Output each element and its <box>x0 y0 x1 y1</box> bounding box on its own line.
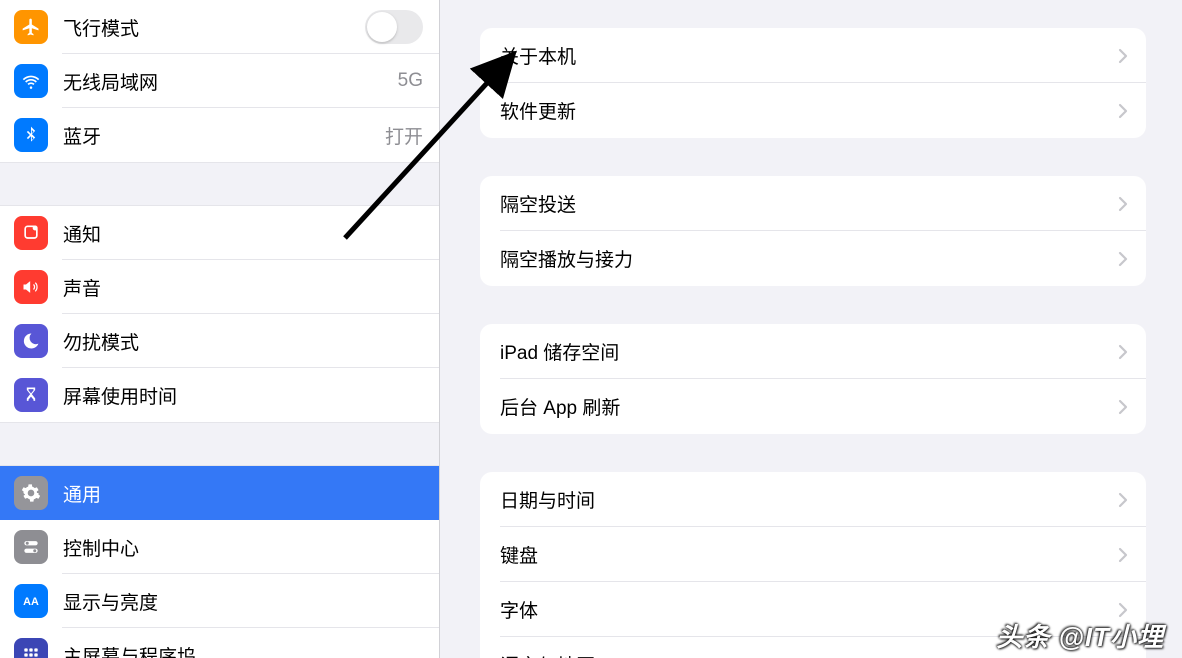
general-label: 通用 <box>63 480 423 507</box>
sidebar-group-network: 飞行模式 无线局域网 5G 蓝牙 打开 <box>0 0 439 163</box>
detail-item-storage[interactable]: iPad 储存空间 <box>480 324 1146 379</box>
sidebar-item-airplane[interactable]: 飞行模式 <box>0 0 439 54</box>
detail-item-software-update[interactable]: 软件更新 <box>480 83 1146 138</box>
airplane-toggle[interactable] <box>365 10 423 44</box>
airplay-label: 隔空播放与接力 <box>500 245 1118 272</box>
about-label: 关于本机 <box>500 42 1118 69</box>
detail-item-about[interactable]: 关于本机 <box>480 28 1146 83</box>
sidebar-item-homescreen[interactable]: 主屏幕与程序坞 <box>0 628 439 658</box>
sidebar-item-general[interactable]: 通用 <box>0 466 439 520</box>
chevron-right-icon <box>1118 344 1128 360</box>
detail-item-datetime[interactable]: 日期与时间 <box>480 472 1146 527</box>
chevron-right-icon <box>1118 48 1128 64</box>
sidebar-item-display[interactable]: AA 显示与亮度 <box>0 574 439 628</box>
wifi-label: 无线局域网 <box>63 68 392 95</box>
chevron-right-icon <box>1118 399 1128 415</box>
keyboard-label: 键盘 <box>500 541 1118 568</box>
grid-icon <box>14 638 48 658</box>
notifications-label: 通知 <box>63 220 423 247</box>
chevron-right-icon <box>1118 103 1128 119</box>
sidebar-item-dnd[interactable]: 勿扰模式 <box>0 314 439 368</box>
sound-label: 声音 <box>63 274 423 301</box>
detail-item-airdrop[interactable]: 隔空投送 <box>480 176 1146 231</box>
wifi-icon <box>14 64 48 98</box>
dnd-label: 勿扰模式 <box>63 328 423 355</box>
detail-item-keyboard[interactable]: 键盘 <box>480 527 1146 582</box>
aa-icon: AA <box>14 584 48 618</box>
moon-icon <box>14 324 48 358</box>
control-center-label: 控制中心 <box>63 534 423 561</box>
sidebar-group-notifications: 通知 声音 勿扰模式 屏幕使用时间 <box>0 205 439 423</box>
airplane-icon <box>14 10 48 44</box>
chevron-right-icon <box>1118 492 1128 508</box>
hourglass-icon <box>14 378 48 412</box>
settings-sidebar: 飞行模式 无线局域网 5G 蓝牙 打开 <box>0 0 440 658</box>
bluetooth-icon <box>14 118 48 152</box>
sidebar-item-sound[interactable]: 声音 <box>0 260 439 314</box>
datetime-label: 日期与时间 <box>500 486 1118 513</box>
detail-item-airplay[interactable]: 隔空播放与接力 <box>480 231 1146 286</box>
detail-group-airdrop: 隔空投送 隔空播放与接力 <box>480 176 1146 286</box>
chevron-right-icon <box>1118 602 1128 618</box>
bluetooth-detail: 打开 <box>385 122 423 149</box>
watermark-text: 头条 @IT小埋 <box>996 617 1164 654</box>
speaker-icon <box>14 270 48 304</box>
detail-group-about: 关于本机 软件更新 <box>480 28 1146 138</box>
chevron-right-icon <box>1118 547 1128 563</box>
gear-icon <box>14 476 48 510</box>
background-refresh-label: 后台 App 刷新 <box>500 393 1118 420</box>
sidebar-item-screentime[interactable]: 屏幕使用时间 <box>0 368 439 422</box>
homescreen-label: 主屏幕与程序坞 <box>63 642 423 658</box>
sidebar-group-general: 通用 控制中心 AA 显示与亮度 主屏幕与程序坞 <box>0 465 439 658</box>
switches-icon <box>14 530 48 564</box>
sidebar-item-bluetooth[interactable]: 蓝牙 打开 <box>0 108 439 162</box>
screentime-label: 屏幕使用时间 <box>63 382 423 409</box>
svg-text:AA: AA <box>23 596 39 608</box>
airdrop-label: 隔空投送 <box>500 190 1118 217</box>
airplane-label: 飞行模式 <box>63 14 365 41</box>
bell-icon <box>14 216 48 250</box>
wifi-detail: 5G <box>398 70 423 92</box>
software-update-label: 软件更新 <box>500 97 1118 124</box>
storage-label: iPad 储存空间 <box>500 338 1118 365</box>
sidebar-item-control-center[interactable]: 控制中心 <box>0 520 439 574</box>
bluetooth-label: 蓝牙 <box>63 122 379 149</box>
detail-item-background-refresh[interactable]: 后台 App 刷新 <box>480 379 1146 434</box>
display-label: 显示与亮度 <box>63 588 423 615</box>
sidebar-item-notifications[interactable]: 通知 <box>0 206 439 260</box>
detail-group-storage: iPad 储存空间 后台 App 刷新 <box>480 324 1146 434</box>
chevron-right-icon <box>1118 196 1128 212</box>
chevron-right-icon <box>1118 251 1128 267</box>
sidebar-item-wifi[interactable]: 无线局域网 5G <box>0 54 439 108</box>
detail-pane: 关于本机 软件更新 隔空投送 隔空播放与接力 iPad 储存空间 <box>440 0 1182 658</box>
